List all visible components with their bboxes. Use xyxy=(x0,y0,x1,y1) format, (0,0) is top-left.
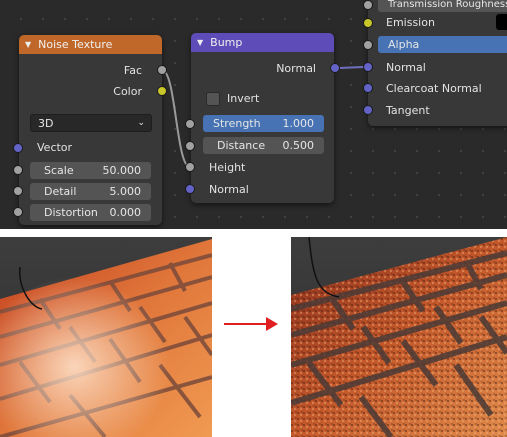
noise-texture-header[interactable]: ▼ Noise Texture xyxy=(19,35,162,54)
noise-texture-node[interactable]: ▼ Noise Texture Fac Color 3D ⌄ Vector Sc… xyxy=(19,35,162,225)
node-title: Bump xyxy=(210,36,243,49)
input-label: Height xyxy=(209,160,246,174)
input-label: Normal xyxy=(209,182,249,196)
distance-field[interactable]: Distance 0.500 xyxy=(203,137,324,154)
field-value: 0.500 xyxy=(282,139,315,152)
field-label: Distance xyxy=(217,139,266,152)
field-value: 1.000 xyxy=(282,117,315,130)
input-height: Height xyxy=(209,159,245,175)
output-label: Color xyxy=(113,84,142,98)
scale-field[interactable]: Scale 50.000 xyxy=(30,162,151,179)
field-value: 0.000 xyxy=(109,206,142,219)
dropdown-value: 3D xyxy=(38,116,54,130)
output-color: Color xyxy=(113,83,142,99)
render-before-bricks xyxy=(0,237,212,437)
render-before-image xyxy=(0,237,212,437)
dimensions-dropdown[interactable]: 3D ⌄ xyxy=(30,114,152,132)
input-normal: Normal xyxy=(209,181,249,197)
bsdf-normal-socket[interactable] xyxy=(363,62,373,72)
distance-input-socket[interactable] xyxy=(185,141,195,151)
invert-row: Invert xyxy=(227,90,259,106)
normal-input-socket[interactable] xyxy=(185,184,195,194)
input-label: Vector xyxy=(37,140,73,154)
strength-input-socket[interactable] xyxy=(185,119,195,129)
clearcoat-normal-socket[interactable] xyxy=(363,83,373,93)
transmission-roughness-field[interactable]: Transmission Roughness xyxy=(378,0,507,12)
tangent-row: Tangent xyxy=(386,102,430,118)
input-label: Tangent xyxy=(386,103,430,117)
collapse-arrow-icon[interactable]: ▼ xyxy=(197,38,203,47)
distortion-input-socket[interactable] xyxy=(13,207,23,217)
transmission-roughness-socket[interactable] xyxy=(363,0,373,10)
collapse-arrow-icon[interactable]: ▼ xyxy=(25,40,31,49)
detail-input-socket[interactable] xyxy=(13,186,23,196)
strength-field[interactable]: Strength 1.000 xyxy=(203,115,324,132)
clearcoat-normal-row: Clearcoat Normal xyxy=(386,80,482,96)
node-title: Noise Texture xyxy=(38,38,113,51)
field-value: 5.000 xyxy=(109,185,142,198)
invert-checkbox[interactable] xyxy=(206,92,220,106)
render-after-bricks-bumped xyxy=(291,237,507,437)
bump-node[interactable]: ▼ Bump Normal Invert Strength 1.000 Dist… xyxy=(191,33,334,203)
normal-row: Normal xyxy=(386,59,426,75)
field-label: Detail xyxy=(44,185,77,198)
input-label: Clearcoat Normal xyxy=(386,81,482,95)
output-label: Fac xyxy=(123,63,142,77)
tangent-socket[interactable] xyxy=(363,105,373,115)
output-label: Normal xyxy=(276,61,316,75)
field-label: Alpha xyxy=(388,38,420,51)
input-vector: Vector xyxy=(37,139,72,155)
field-value: 50.000 xyxy=(102,164,142,177)
alpha-socket[interactable] xyxy=(363,40,373,50)
input-label: Emission xyxy=(386,15,435,29)
input-label: Normal xyxy=(386,60,426,74)
field-label: Scale xyxy=(44,164,74,177)
output-fac: Fac xyxy=(124,62,142,78)
field-label: Strength xyxy=(213,117,261,130)
principled-bsdf-node[interactable]: Transmission Roughness Emission Alpha No… xyxy=(368,0,507,126)
right-arrow-icon xyxy=(224,317,278,331)
alpha-field[interactable]: Alpha xyxy=(378,36,507,53)
output-normal: Normal xyxy=(276,60,316,76)
render-after-image xyxy=(291,237,507,437)
node-editor[interactable]: ▼ Noise Texture Fac Color 3D ⌄ Vector Sc… xyxy=(0,0,507,229)
field-label: Distortion xyxy=(44,206,98,219)
height-input-socket[interactable] xyxy=(185,162,195,172)
fac-output-socket[interactable] xyxy=(157,65,167,75)
bump-header[interactable]: ▼ Bump xyxy=(191,33,334,52)
emission-socket[interactable] xyxy=(363,18,373,28)
emission-row: Emission xyxy=(386,14,435,30)
bump-normal-output-socket[interactable] xyxy=(330,63,340,73)
detail-field[interactable]: Detail 5.000 xyxy=(30,183,151,200)
vector-input-socket[interactable] xyxy=(13,143,23,153)
field-label: Transmission Roughness xyxy=(388,0,507,10)
checkbox-label: Invert xyxy=(227,91,260,105)
color-output-socket[interactable] xyxy=(157,86,167,96)
chevron-down-icon: ⌄ xyxy=(137,118,145,128)
scale-input-socket[interactable] xyxy=(13,165,23,175)
distortion-field[interactable]: Distortion 0.000 xyxy=(30,204,151,221)
emission-color-swatch[interactable] xyxy=(496,14,507,30)
